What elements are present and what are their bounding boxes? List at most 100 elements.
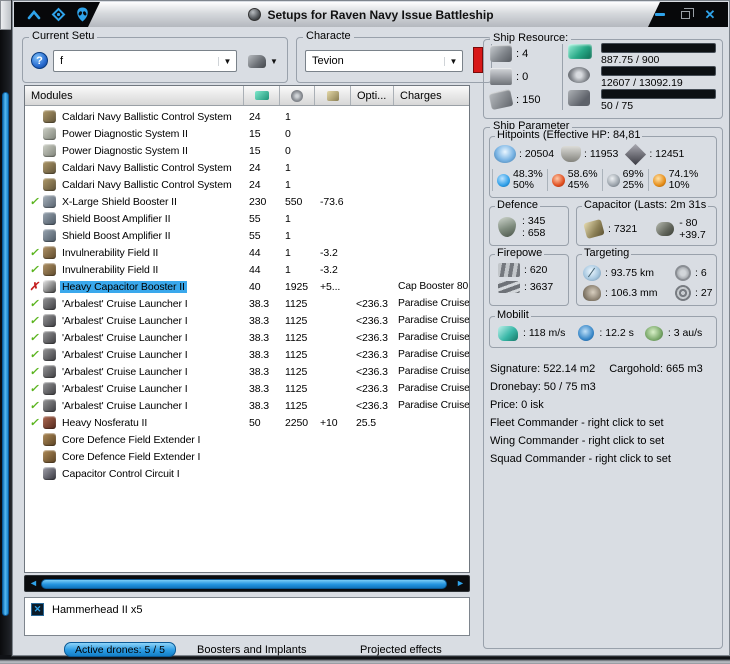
module-icon — [43, 178, 56, 191]
fleet-commander-setting[interactable]: Fleet Commander - right click to set — [490, 414, 718, 432]
module-name: Heavy Nosferatu II — [62, 416, 148, 429]
module-row[interactable]: Invulnerability Field II 44 1 -3.2 — [25, 261, 469, 278]
module-row[interactable]: Power Diagnostic System II 15 0 — [25, 142, 469, 159]
module-powergrid-value: 1125 — [285, 382, 308, 395]
module-row[interactable]: 'Arbalest' Cruise Launcher I 38.3 1125 <… — [25, 380, 469, 397]
module-status-icon — [29, 247, 38, 259]
module-icon — [43, 365, 56, 378]
module-optimal-value: <236.3 — [356, 399, 388, 412]
module-icon — [43, 382, 56, 395]
module-row[interactable]: Shield Boost Amplifier II 55 1 — [25, 210, 469, 227]
signature-value: Signature: 522.14 m2 — [490, 363, 596, 375]
tab-projected-effects[interactable]: Projected effects — [360, 644, 442, 656]
module-icon — [43, 348, 56, 361]
module-row[interactable]: Heavy Nosferatu II 50 2250 +10 25.5 — [25, 414, 469, 431]
armor-resist-value: 25% — [622, 179, 644, 191]
module-icon — [43, 314, 56, 327]
window-title: Setups for Raven Navy Issue Battleship — [267, 7, 494, 22]
module-row[interactable]: Caldari Navy Ballistic Control System 24… — [25, 159, 469, 176]
charges-column-header[interactable]: Charges — [394, 86, 469, 105]
modules-column-header[interactable]: Modules — [25, 86, 244, 105]
help-icon[interactable]: ? — [31, 52, 48, 69]
module-name: 'Arbalest' Cruise Launcher I — [62, 399, 188, 412]
setup-select[interactable]: f ▼ — [53, 50, 237, 72]
module-row[interactable]: Invulnerability Field II 44 1 -3.2 — [25, 244, 469, 261]
module-name: 'Arbalest' Cruise Launcher I — [62, 348, 188, 361]
module-row[interactable]: Caldari Navy Ballistic Control System 24… — [25, 176, 469, 193]
module-row[interactable]: Capacitor Control Circuit I — [25, 465, 469, 482]
module-row[interactable]: Heavy Capacitor Booster II 40 1925 +5...… — [25, 278, 469, 295]
drone-label: Hammerhead II x5 — [52, 603, 143, 616]
resistances: 48.3% 50% 58.6% 45% 69% 25% 74.1% 10% — [492, 169, 716, 191]
module-row[interactable]: Core Defence Field Extender I — [25, 448, 469, 465]
module-cpu-value: 24 — [249, 110, 261, 123]
capacitor-amount: : 7321 — [608, 223, 638, 235]
module-row[interactable]: 'Arbalest' Cruise Launcher I 38.3 1125 <… — [25, 312, 469, 329]
titlebar-buttons: ✕ — [648, 2, 728, 27]
character-select[interactable]: Tevion ▼ — [305, 50, 463, 72]
module-row[interactable]: 'Arbalest' Cruise Launcher I 38.3 1125 <… — [25, 346, 469, 363]
module-name: Capacitor Control Circuit I — [62, 467, 180, 480]
module-row[interactable]: 'Arbalest' Cruise Launcher I 38.3 1125 <… — [25, 363, 469, 380]
module-row[interactable]: Caldari Navy Ballistic Control System 24… — [25, 108, 469, 125]
module-row[interactable]: X-Large Shield Booster II 230 550 -73.6 — [25, 193, 469, 210]
powergrid-column-header[interactable] — [280, 86, 315, 105]
scroll-left-arrow[interactable]: ◄ — [27, 578, 40, 589]
drone-item[interactable]: ✕ Hammerhead II x5 — [31, 602, 463, 617]
close-button[interactable]: ✕ — [702, 7, 718, 23]
optimal-column-header[interactable]: Opti... — [351, 86, 394, 105]
squad-commander-setting[interactable]: Squad Commander - right click to set — [490, 450, 718, 468]
character-select-value: Tevion — [312, 55, 344, 67]
module-status-icon — [29, 281, 38, 293]
scroll-right-arrow[interactable]: ► — [454, 578, 467, 589]
module-cpu-value: 24 — [249, 161, 261, 174]
hardpoint-row: : 0 — [490, 65, 560, 88]
module-status-icon — [29, 400, 38, 412]
resource-bar — [601, 66, 716, 76]
module-row[interactable]: Core Defence Field Extender I — [25, 431, 469, 448]
module-row[interactable]: Power Diagnostic System II 15 0 — [25, 125, 469, 142]
module-icon — [43, 229, 56, 242]
scrollbar-thumb[interactable] — [41, 579, 447, 589]
horizontal-scrollbar[interactable]: ◄ ► — [24, 575, 470, 592]
wing-commander-setting[interactable]: Wing Commander - right click to set — [490, 432, 718, 450]
hardpoint-row: : 150 — [488, 88, 560, 111]
module-name: Invulnerability Field II — [62, 246, 159, 259]
titlebar[interactable]: Setups for Raven Navy Issue Battleship ✕ — [14, 2, 728, 27]
module-powergrid-value: 0 — [285, 127, 291, 140]
module-powergrid-value: 1 — [285, 110, 291, 123]
resistance-group: 48.3% 50% — [492, 169, 547, 191]
module-row[interactable]: 'Arbalest' Cruise Launcher I 38.3 1125 <… — [25, 295, 469, 312]
module-optimal-value: <236.3 — [356, 314, 388, 327]
character-group: Characte Tevion ▼ — [296, 30, 492, 83]
structure-hp-value: : 12451 — [649, 148, 685, 160]
cpu-icon — [254, 91, 269, 100]
module-row[interactable]: 'Arbalest' Cruise Launcher I 38.3 1125 <… — [25, 397, 469, 414]
module-charge-value: Paradise Cruise — [398, 298, 469, 309]
mobility-label: Mobilit — [495, 309, 531, 321]
ship-menu-button[interactable]: ▼ — [248, 51, 286, 71]
chevron-down-icon[interactable]: ▼ — [444, 56, 462, 66]
structure-hp-icon — [625, 143, 647, 165]
module-name: X-Large Shield Booster II — [62, 195, 177, 208]
cpu-column-header[interactable] — [244, 86, 280, 105]
module-row[interactable]: Shield Boost Amplifier II 55 1 — [25, 227, 469, 244]
firepower-label: Firepowe — [495, 247, 545, 259]
tab-boosters-implants[interactable]: Boosters and Implants — [197, 644, 306, 656]
module-cpu-value: 38.3 — [249, 331, 270, 344]
module-icon — [43, 212, 56, 225]
defence-shield-icon — [498, 217, 516, 237]
module-cpu-value: 55 — [249, 212, 261, 225]
module-row[interactable]: 'Arbalest' Cruise Launcher I 38.3 1125 <… — [25, 329, 469, 346]
ship-info-text: Signature: 522.14 m2 Cargohold: 665 m3 D… — [490, 360, 718, 468]
chevron-down-icon[interactable]: ▼ — [218, 56, 236, 66]
tab-active-drones[interactable]: Active drones: 5 / 5 — [64, 642, 176, 657]
capacitor-delta-stable: +39.7 — [679, 229, 706, 241]
module-icon — [43, 110, 56, 123]
module-icon — [43, 433, 56, 446]
capacitor-column-header[interactable] — [315, 86, 351, 105]
module-cpu-value: 50 — [249, 416, 261, 429]
restore-button[interactable] — [677, 7, 694, 23]
targeting-box: Targeting : 93.75 km : 6 : 106.3 mm : 27 — [576, 247, 717, 306]
firepower-box: Firepowe : 620 : 3637 — [489, 247, 569, 306]
